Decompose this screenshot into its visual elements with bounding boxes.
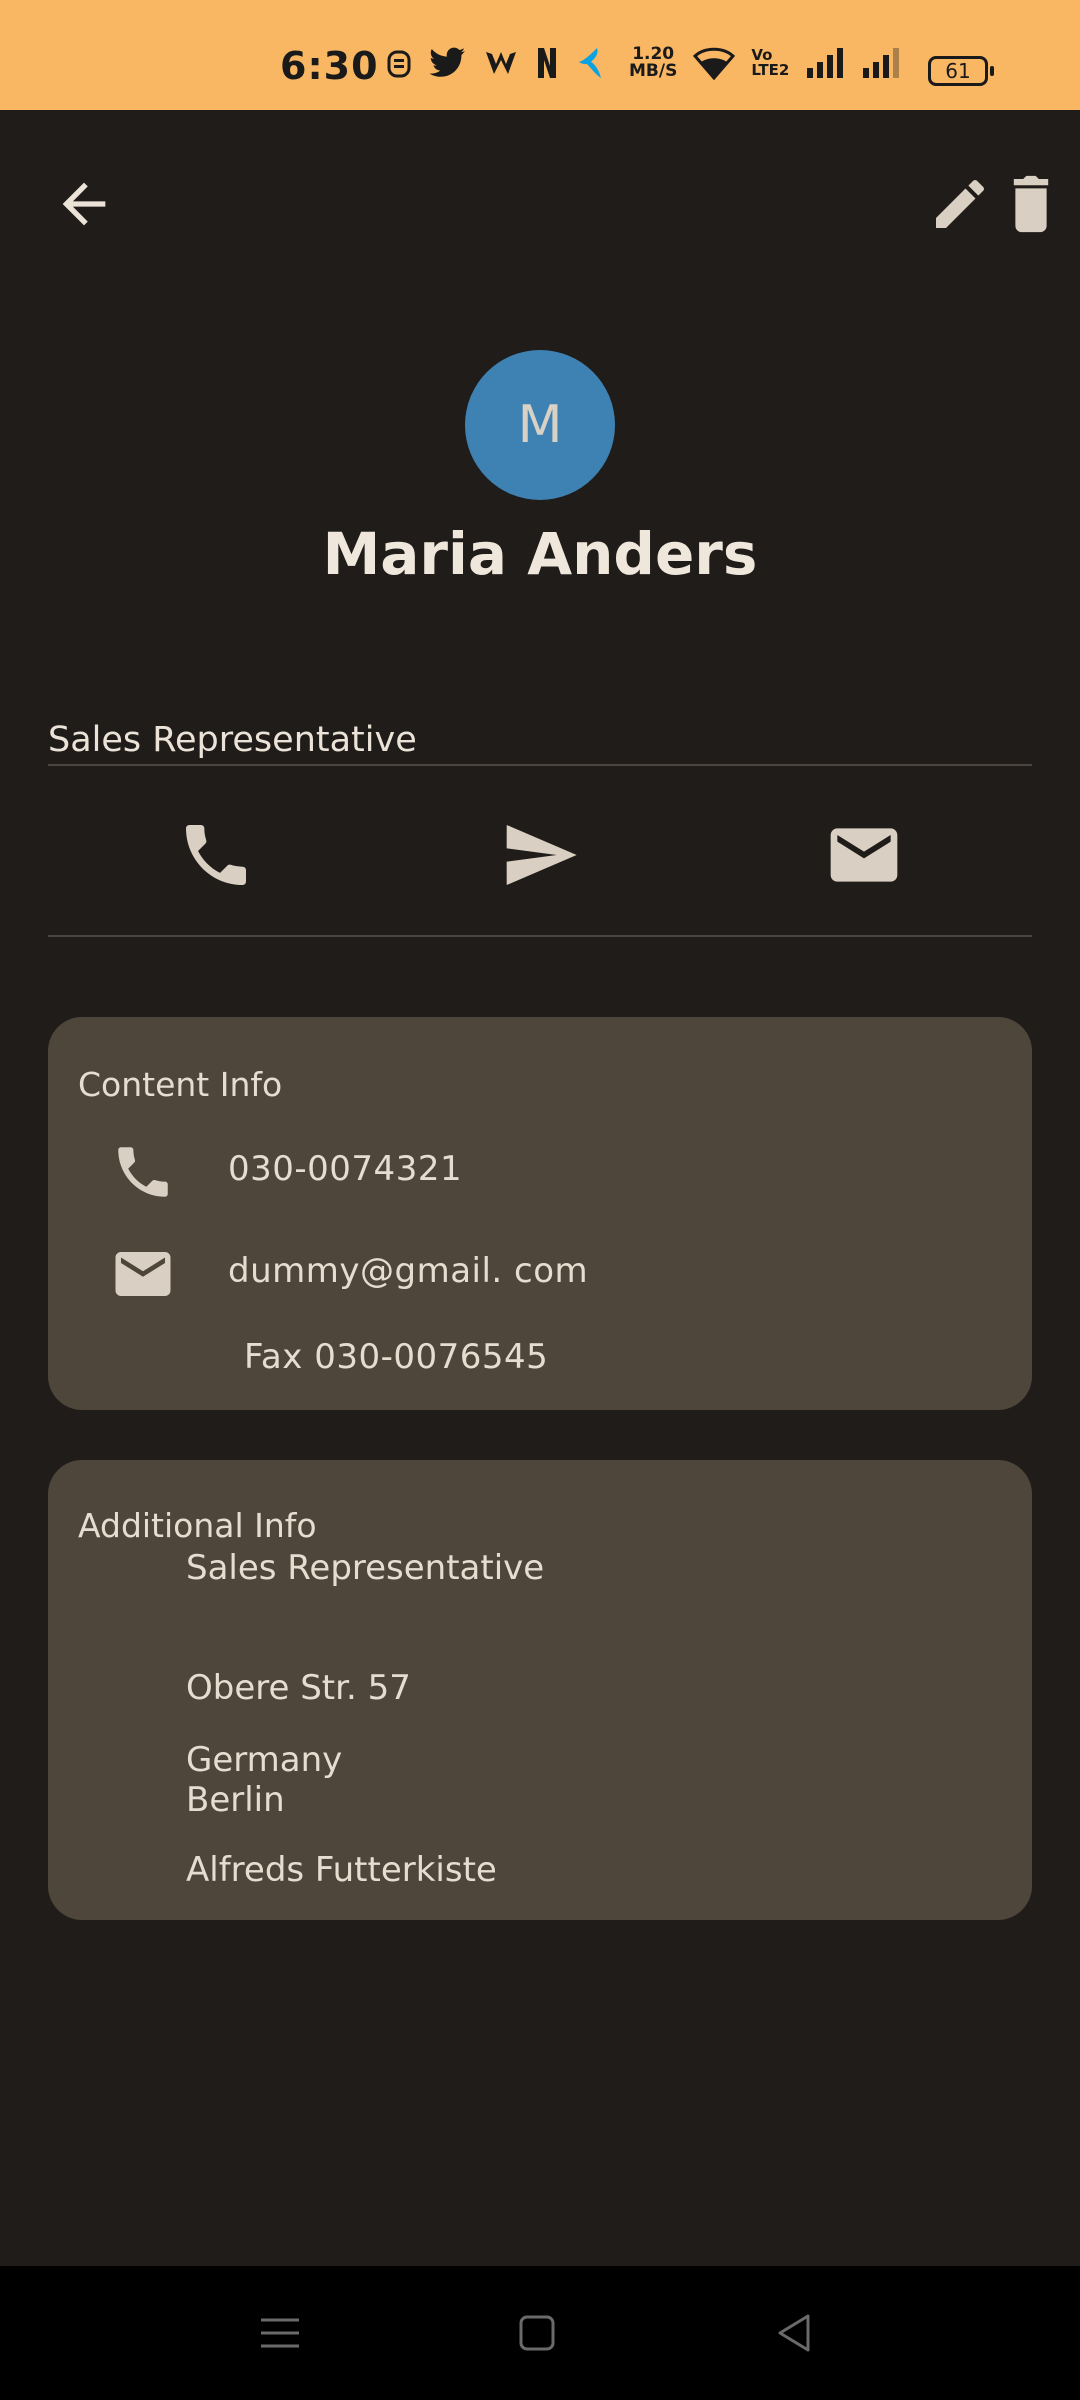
phone-row-icon — [110, 1139, 176, 1205]
contact-info-card: Content Info 030-0074321 dummy@gmail. co… — [48, 1017, 1032, 1410]
signal-2-icon — [863, 48, 900, 78]
trash-icon — [1013, 175, 1049, 233]
message-button[interactable] — [500, 815, 580, 895]
phone-icon — [186, 825, 246, 885]
battery-indicator: 61 — [928, 56, 994, 86]
divider — [48, 764, 1032, 766]
notification-icon — [387, 50, 411, 78]
phone-number[interactable]: 030-0074321 — [228, 1149, 462, 1189]
status-icons: 1.20 MB/S Vo LTE2 — [385, 46, 901, 80]
menu-icon — [261, 2318, 299, 2348]
email-button[interactable] — [824, 815, 904, 895]
signal-1-icon — [807, 48, 844, 78]
pencil-icon — [936, 179, 985, 228]
wifi-icon — [693, 47, 736, 80]
send-icon — [506, 825, 577, 885]
home-button[interactable] — [512, 2308, 562, 2358]
netflix-icon — [538, 48, 556, 78]
info-company: Alfreds Futterkiste — [186, 1850, 497, 1890]
back-button[interactable] — [52, 172, 116, 236]
phone-icon — [118, 1147, 168, 1197]
info-country: Germany — [186, 1740, 343, 1780]
divider — [48, 935, 1032, 937]
info-address: Obere Str. 57 — [186, 1668, 411, 1708]
recent-apps-button[interactable] — [255, 2308, 305, 2358]
telenor-icon — [579, 48, 601, 78]
email-row-icon — [110, 1241, 176, 1307]
job-title: Sales Representative — [48, 720, 417, 760]
back-triangle-icon — [778, 2314, 810, 2352]
system-nav-bar — [0, 2266, 1080, 2400]
network-speed: 1.20 MB/S — [629, 44, 678, 81]
mail-icon — [830, 828, 898, 882]
nav-back-button[interactable] — [770, 2308, 820, 2358]
delete-button[interactable] — [1006, 172, 1056, 236]
avatar: M — [465, 350, 615, 500]
info-title: Sales Representative — [186, 1548, 545, 1588]
email-address[interactable]: dummy@gmail. com — [228, 1251, 588, 1291]
app-icon — [486, 52, 516, 74]
status-bar: 6:30 1.20 MB/S Vo LTE2 61 — [0, 0, 1080, 110]
additional-info-card: Additional Info Sales Representative Obe… — [48, 1460, 1032, 1920]
card-title: Content Info — [78, 1065, 283, 1104]
arrow-back-icon — [62, 182, 106, 226]
call-button[interactable] — [176, 815, 256, 895]
home-icon — [519, 2315, 555, 2351]
contact-name: Maria Anders — [322, 520, 758, 588]
fax-number: Fax 030-0076545 — [244, 1337, 549, 1377]
volte-indicator: Vo LTE2 — [751, 46, 790, 79]
status-time: 6:30 — [280, 44, 379, 88]
card-title: Additional Info — [78, 1506, 317, 1545]
mail-icon — [115, 1252, 171, 1296]
twitter-icon — [429, 47, 465, 77]
info-city: Berlin — [186, 1780, 285, 1820]
edit-button[interactable] — [928, 172, 992, 236]
